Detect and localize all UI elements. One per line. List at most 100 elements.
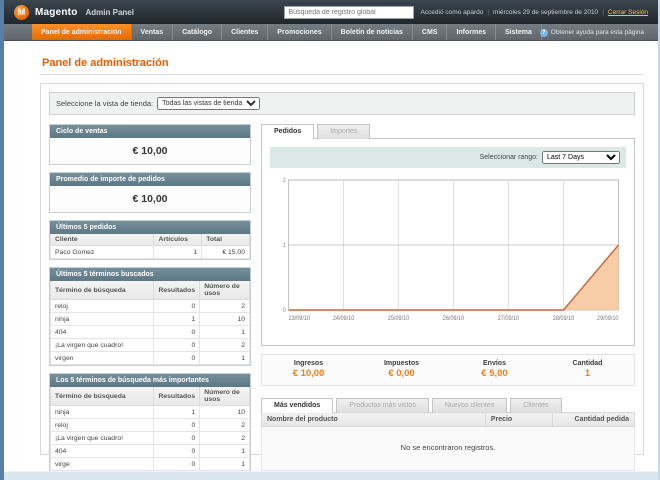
grid-tab[interactable]: Clientes	[510, 398, 562, 413]
dashboard-sidebar: Ciclo de ventas € 10,00 Promedio de impo…	[49, 124, 251, 479]
svg-text:27/09/10: 27/09/10	[498, 316, 519, 322]
empty-records-message: No se encontraron registros.	[261, 426, 635, 471]
total-stat: Ingresos € 10,00	[262, 360, 355, 379]
stat-value: € 10,00	[292, 368, 325, 379]
totals-bar: Ingresos € 10,00 Impuestos € 0,00 Envíos…	[261, 354, 635, 386]
table-row[interactable]: 404 0 1	[49, 325, 250, 339]
nav-item[interactable]: Sistema	[496, 24, 542, 40]
average-orders-box: Promedio de importe de pedidos € 10,00	[49, 172, 251, 213]
col-header[interactable]: Número de usos	[199, 281, 250, 300]
store-view-bar: Seleccione la vista de tienda: Todas las…	[49, 92, 635, 115]
title-divider	[40, 74, 644, 75]
svg-text:1: 1	[283, 243, 286, 249]
svg-text:0: 0	[283, 308, 286, 314]
dashboard-main: Pedidos Importes Seleccionar rango: Last …	[261, 124, 636, 479]
col-header[interactable]: Total	[201, 234, 250, 246]
stat-label: Ingresos	[293, 360, 324, 367]
grid-tab[interactable]: Productos más vistos	[336, 398, 429, 413]
col-header[interactable]: Resultados	[153, 281, 201, 300]
orders-chart: 0 1 2 23/09/10 24/09/10 25/09/10 26/09/10 27/09…	[270, 168, 626, 337]
header: M Magento Admin Panel Accedió como apard…	[4, 0, 658, 24]
nav-item[interactable]: Promociones	[268, 24, 332, 40]
lifetime-sales-value: € 10,00	[50, 138, 250, 164]
table-row[interactable]: ninja 1 10	[49, 405, 250, 419]
col-header[interactable]: Término de búsqueda	[49, 281, 155, 300]
table-row[interactable]: 404 0 1	[49, 444, 250, 458]
header-separator: |	[487, 8, 490, 16]
help-icon: ?	[539, 28, 548, 37]
svg-text:29/09/10: 29/09/10	[597, 316, 618, 322]
grids-tabs: Más vendidos Productos más vistos Nuevos c…	[261, 398, 635, 413]
logout-link[interactable]: Cerrar Sesión	[608, 9, 648, 16]
page-title: Panel de administración	[42, 57, 169, 69]
svg-text:26/09/10: 26/09/10	[443, 316, 464, 322]
col-header[interactable]: Número de usos	[199, 387, 250, 406]
stat-label: Envíos	[483, 360, 506, 367]
stat-value: € 0,00	[388, 368, 415, 379]
nav-item[interactable]: Boletín de noticias	[332, 24, 413, 40]
svg-text:25/09/10: 25/09/10	[388, 316, 409, 322]
col-header[interactable]: Resultados	[153, 387, 201, 406]
diagram-tab[interactable]: Pedidos	[261, 124, 315, 139]
range-label: Seleccionar rango:	[479, 154, 538, 161]
orders-chart-svg: 0 1 2 23/09/10 24/09/10 25/09/10 26/09/10 27/09…	[283, 178, 619, 322]
col-header-price[interactable]: Precio	[484, 412, 553, 427]
dashboard-container: Seleccione la vista de tienda: Todas las…	[40, 83, 644, 472]
store-view-label: Seleccione la vista de tienda:	[56, 99, 154, 108]
logged-in-as: Accedió como apardo	[420, 8, 484, 16]
help-label: Obtener ayuda para esta página	[550, 29, 644, 36]
col-header[interactable]: Artículos	[153, 234, 203, 246]
last-search-terms-box: Últimos 5 términos buscados Término de b…	[49, 267, 251, 366]
table-row[interactable]: virgen 0 1	[49, 351, 250, 365]
last-search-terms-title: Últimos 5 términos buscados	[50, 268, 250, 281]
top-search-terms-title: Los 5 términos de búsqueda más important…	[50, 374, 250, 387]
browser-bottom-edge	[4, 471, 658, 480]
lifetime-sales-box: Ciclo de ventas € 10,00	[49, 124, 251, 165]
table-row[interactable]: reloj 0 2	[49, 299, 250, 313]
brand-name: Magento	[35, 6, 78, 18]
stat-value: 1	[584, 368, 591, 379]
nav-item[interactable]: Panel de administración	[32, 24, 132, 40]
table-row[interactable]: ¡La virgen que cuadro! 0 2	[49, 431, 250, 445]
current-date: miércoles 29 de septiembre de 2010	[493, 8, 599, 16]
stat-value: € 5,00	[481, 368, 508, 379]
diagram-tab[interactable]: Importes	[317, 124, 371, 139]
table-row[interactable]: virge 0 1	[49, 457, 250, 471]
table-row[interactable]: Paco Gomez 1 € 15,00	[49, 245, 250, 259]
lifetime-sales-title: Ciclo de ventas	[50, 125, 250, 138]
last-orders-box: Últimos 5 pedidos Cliente Artículos Tota…	[49, 220, 251, 260]
table-row[interactable]: ninja 1 10	[49, 312, 250, 326]
bestsellers-table: Nombre del producto Precio Cantidad pedi…	[261, 412, 636, 471]
total-stat: Impuestos € 0,00	[355, 360, 448, 379]
grid-tab[interactable]: Más vendidos	[261, 398, 334, 413]
nav-item[interactable]: Clientes	[222, 24, 269, 40]
stat-label: Cantidad	[572, 360, 603, 367]
nav-item[interactable]: Informes	[447, 24, 497, 40]
total-stat: Envíos € 5,00	[448, 360, 541, 379]
nav-item[interactable]: CMS	[413, 24, 448, 40]
nav-item[interactable]: Catálogo	[173, 24, 223, 40]
store-view-select[interactable]: Todas las vistas de tienda	[157, 97, 261, 110]
col-header-product[interactable]: Nombre del producto	[261, 412, 486, 427]
magento-logo-icon: M	[14, 4, 29, 20]
stat-label: Impuestos	[383, 360, 419, 367]
nav-item[interactable]: Ventas	[132, 24, 174, 40]
top-search-terms-box: Los 5 términos de búsqueda más important…	[49, 373, 251, 472]
grid-tab[interactable]: Nuevos clientes	[431, 398, 508, 413]
global-search-input[interactable]	[284, 5, 415, 19]
diagram-tabs: Pedidos Importes	[261, 124, 635, 139]
table-row[interactable]: ¡La virgen que cuadro! 0 2	[49, 338, 250, 352]
average-orders-value: € 10,00	[50, 186, 250, 212]
header-separator: |	[602, 8, 604, 16]
svg-text:28/09/10: 28/09/10	[553, 316, 574, 322]
last-orders-title: Últimos 5 pedidos	[50, 221, 250, 234]
range-select[interactable]: Last 7 Days	[542, 151, 620, 164]
range-bar: Seleccionar rango: Last 7 Days	[270, 147, 626, 168]
diagram-panel: Seleccionar rango: Last 7 Days 0 1 2 23/09/…	[261, 138, 635, 346]
col-header[interactable]: Término de búsqueda	[49, 387, 155, 406]
col-header[interactable]: Cliente	[49, 234, 155, 246]
nav-help[interactable]: ? Obtener ayuda para esta página	[539, 24, 656, 41]
table-row[interactable]: reloj 0 2	[49, 418, 250, 432]
svg-text:24/09/10: 24/09/10	[333, 316, 354, 322]
col-header-qty[interactable]: Cantidad pedida	[551, 412, 636, 427]
